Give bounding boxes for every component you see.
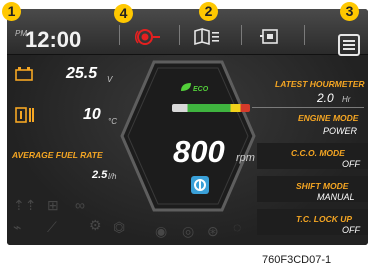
callout-marker: 1 [2, 2, 21, 21]
coolant-temp-icon [15, 107, 34, 123]
monitor-screen: PM 12:00 25.5 V 10 °C AVERAGE FUEL RATE … [7, 9, 368, 245]
hourmeter-value: 2.0 [317, 91, 334, 105]
indicator-icon: ⌁ [13, 219, 22, 235]
eco-leaf-icon [181, 83, 191, 91]
battery-unit: V [107, 75, 113, 84]
indicator-icon: ⚙ [89, 217, 102, 233]
shift-mode-row[interactable]: SHIFT MODE MANUAL [257, 176, 368, 202]
temp-value: 10 [83, 106, 101, 123]
indicator-icon: ⏣ [113, 219, 126, 235]
rpm-unit: rpm [236, 152, 255, 164]
fuel-rate-unit: l/h [108, 172, 117, 181]
alarm-icon[interactable] [135, 27, 163, 47]
tc-lockup-label: T.C. LOCK UP [296, 214, 353, 224]
manual-icon[interactable] [193, 27, 221, 47]
engine-mode-label: ENGINE MODE [298, 113, 359, 123]
temp-unit: °C [108, 117, 117, 126]
indicator-icon: ⟋ [47, 219, 57, 235]
clock-time: 12:00 [25, 27, 82, 52]
tc-lockup-row[interactable]: T.C. LOCK UP OFF [257, 209, 368, 235]
callout-marker: 3 [340, 2, 359, 21]
menu-button[interactable] [338, 34, 360, 56]
indicator-icon: ◎ [182, 223, 195, 239]
transmission-icon [191, 176, 209, 194]
callout-marker: 2 [199, 2, 218, 21]
eco-label: ECO [193, 86, 209, 93]
menu-icon [343, 40, 355, 50]
battery-icon [15, 67, 33, 81]
divider [119, 25, 120, 45]
cco-mode-value: OFF [342, 159, 360, 169]
callout-marker: 4 [114, 4, 133, 23]
figure-code: 760F3CD07-1 [262, 254, 332, 266]
top-bar: PM 12:00 [7, 9, 368, 55]
hourmeter-unit: Hr [342, 95, 351, 104]
shift-mode-value: MANUAL [317, 192, 355, 202]
rpm-value: 800 [173, 134, 225, 169]
hourmeter-label: LATEST HOURMETER [275, 79, 365, 89]
camera-icon[interactable] [259, 27, 281, 47]
engine-mode-value: POWER [323, 126, 358, 136]
eco-gauge [172, 104, 250, 112]
fuel-rate-label: AVERAGE FUEL RATE [12, 150, 103, 160]
divider [304, 25, 305, 45]
battery-value: 25.5 [66, 65, 98, 82]
indicator-icon: ◉ [155, 223, 168, 239]
cco-mode-label: C.C.O. MODE [291, 148, 345, 158]
indicator-icon: ⊞ [47, 197, 59, 213]
indicator-icon: ∞ [75, 197, 85, 213]
indicator-icon: ◌ [233, 219, 242, 235]
indicator-icon: ⊛ [207, 223, 219, 239]
divider [252, 107, 364, 108]
shift-mode-label: SHIFT MODE [296, 181, 349, 191]
divider [179, 25, 180, 45]
divider [241, 25, 242, 45]
indicator-icon: ⇡⇡ [13, 197, 37, 213]
fuel-rate-value: 2.5 [92, 169, 108, 181]
cco-mode-row[interactable]: C.C.O. MODE OFF [257, 143, 368, 169]
tc-lockup-value: OFF [342, 225, 360, 235]
